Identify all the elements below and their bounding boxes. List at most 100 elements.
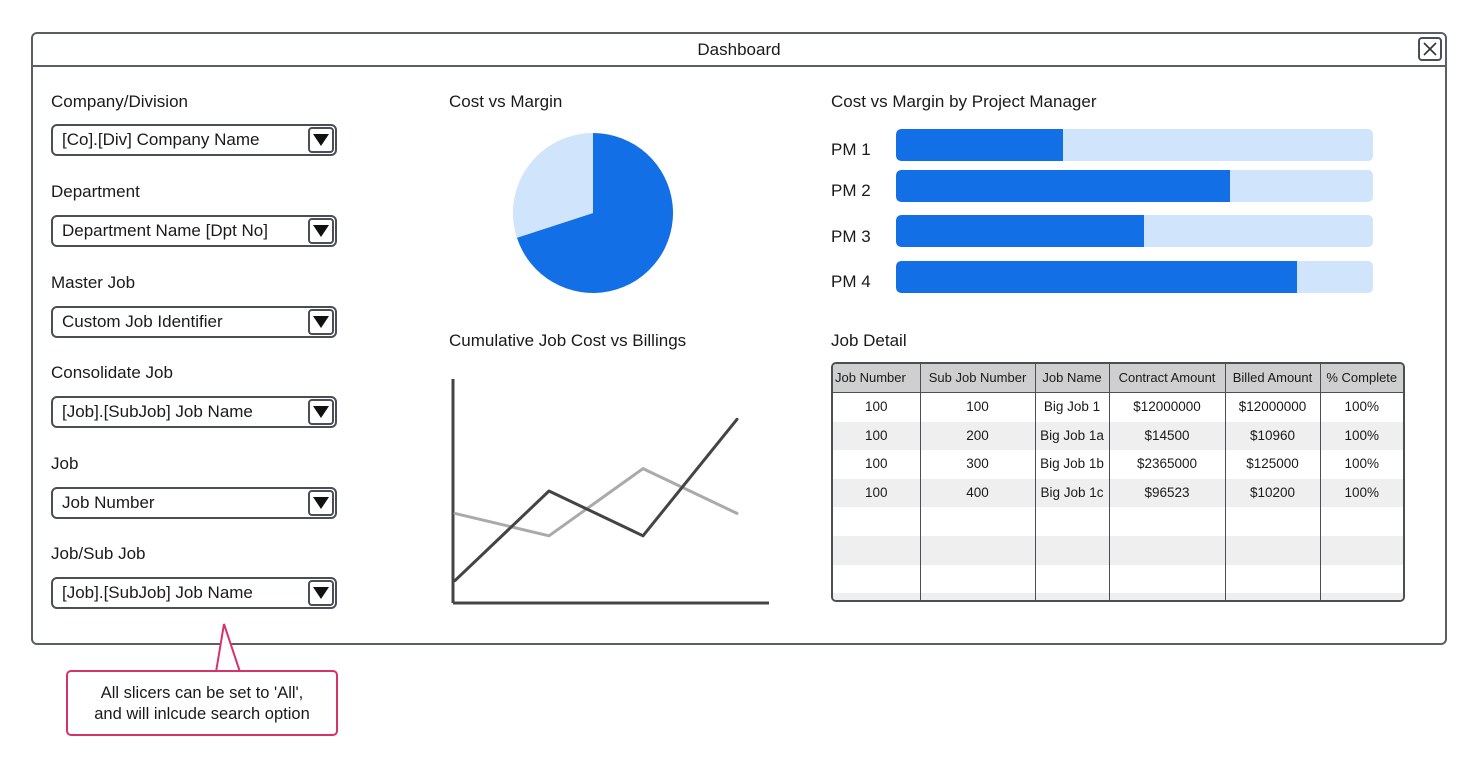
window-titlebar: Dashboard bbox=[33, 34, 1445, 67]
table-cell bbox=[1035, 593, 1110, 600]
slicer-label-job: Job bbox=[51, 454, 79, 473]
master-job-select[interactable]: Custom Job Identifier bbox=[51, 306, 337, 338]
table-cell: 400 bbox=[920, 478, 1036, 508]
table-cell: $125000 bbox=[1225, 450, 1321, 479]
triangle-down-icon bbox=[313, 406, 329, 418]
table-cell bbox=[920, 564, 1036, 594]
table-cell bbox=[1035, 564, 1110, 594]
table-cell bbox=[833, 507, 921, 536]
table-cell bbox=[1225, 564, 1321, 594]
column-header[interactable]: % Complete bbox=[1320, 364, 1403, 393]
dropdown-button[interactable] bbox=[308, 490, 334, 516]
table-cell: 100 bbox=[833, 450, 921, 479]
table-cell bbox=[833, 564, 921, 594]
table-row[interactable]: 100 300 Big Job 1b $2365000 $125000 100% bbox=[833, 450, 1403, 479]
callout-text-line-2: and will inlcude search option bbox=[94, 705, 310, 723]
table-cell: 300 bbox=[920, 450, 1036, 479]
column-header[interactable]: Contract Amount bbox=[1109, 364, 1226, 393]
bar-category-label: PM 4 bbox=[831, 272, 871, 291]
table-cell: $2365000 bbox=[1109, 450, 1226, 479]
dropdown-button[interactable] bbox=[308, 309, 334, 335]
table-cell: 100 bbox=[833, 392, 921, 422]
table-cell bbox=[1320, 565, 1403, 594]
table-cell: $10960 bbox=[1225, 421, 1321, 451]
table-cell bbox=[1035, 507, 1110, 536]
dropdown-button[interactable] bbox=[308, 399, 334, 425]
slicer-label-department: Department bbox=[51, 182, 140, 201]
slicer-note-callout: All slicers can be set to 'All', and wil… bbox=[66, 670, 338, 736]
job-sub-job-select[interactable]: [Job].[SubJob] Job Name bbox=[51, 577, 337, 609]
bar-category-label: PM 2 bbox=[831, 181, 871, 200]
table-cell bbox=[1225, 535, 1321, 565]
table-cell bbox=[1320, 593, 1403, 600]
bar-pm-3 bbox=[896, 215, 1145, 247]
table-cell: Big Job 1c bbox=[1035, 478, 1110, 508]
table-cell bbox=[920, 507, 1036, 536]
table-cell bbox=[1109, 507, 1226, 536]
table-cell: $10200 bbox=[1225, 478, 1321, 508]
table-row[interactable]: 100 400 Big Job 1c $96523 $10200 100% bbox=[833, 478, 1403, 508]
table-cell bbox=[920, 535, 1036, 565]
table-cell bbox=[1320, 535, 1403, 565]
callout-text-line-1: All slicers can be set to 'All', bbox=[100, 684, 304, 702]
table-cell bbox=[1225, 507, 1321, 536]
column-header[interactable]: Job Number bbox=[833, 364, 921, 393]
table-cell: Big Job 1b bbox=[1035, 450, 1110, 479]
table-cell: Big Job 1a bbox=[1035, 421, 1110, 451]
triangle-down-icon bbox=[313, 497, 329, 509]
table-cell bbox=[833, 593, 921, 600]
table-cell bbox=[1035, 535, 1110, 565]
table-cell bbox=[1109, 564, 1226, 594]
close-icon bbox=[1423, 42, 1437, 56]
cumulative-cost-line-chart bbox=[451, 379, 769, 605]
pm-bar-chart-title: Cost vs Margin by Project Manager bbox=[831, 92, 1097, 111]
table-cell: $14500 bbox=[1109, 421, 1226, 451]
bar-pm-1 bbox=[896, 129, 1063, 161]
table-row[interactable] bbox=[833, 593, 1403, 600]
table-cell bbox=[920, 593, 1036, 600]
table-row[interactable]: 100 100 Big Job 1 $12000000 $12000000 100% bbox=[833, 392, 1403, 422]
table-cell: $96523 bbox=[1109, 478, 1226, 508]
column-header[interactable]: Sub Job Number bbox=[920, 364, 1036, 393]
column-header[interactable]: Billed Amount bbox=[1225, 364, 1321, 393]
triangle-down-icon bbox=[313, 134, 329, 146]
slicer-label-job-sub-job: Job/Sub Job bbox=[51, 544, 146, 563]
column-header[interactable]: Job Name bbox=[1035, 364, 1110, 393]
company-division-select[interactable]: [Co].[Div] Company Name bbox=[51, 124, 337, 156]
window-title: Dashboard bbox=[697, 40, 781, 59]
job-select[interactable]: Job Number bbox=[51, 487, 337, 519]
table-cell bbox=[833, 535, 921, 565]
table-row[interactable] bbox=[833, 507, 1403, 536]
table-cell bbox=[1109, 593, 1226, 600]
select-value: Department Name [Dpt No] bbox=[62, 221, 268, 240]
consolidate-job-select[interactable]: [Job].[SubJob] Job Name bbox=[51, 396, 337, 428]
department-select[interactable]: Department Name [Dpt No] bbox=[51, 215, 337, 247]
job-detail-table: Job Number Sub Job Number Job Name Contr… bbox=[831, 362, 1405, 602]
triangle-down-icon bbox=[313, 225, 329, 237]
table-cell: 200 bbox=[920, 421, 1036, 451]
select-value: Job Number bbox=[62, 493, 155, 512]
dropdown-button[interactable] bbox=[308, 580, 334, 606]
slicer-label-master-job: Master Job bbox=[51, 273, 136, 292]
job-detail-title: Job Detail bbox=[831, 331, 907, 350]
table-row[interactable]: 100 200 Big Job 1a $14500 $10960 100% bbox=[833, 421, 1403, 451]
select-value: Custom Job Identifier bbox=[62, 312, 223, 331]
table-row[interactable] bbox=[833, 535, 1403, 565]
triangle-down-icon bbox=[313, 587, 329, 599]
table-cell: $12000000 bbox=[1225, 392, 1321, 422]
table-row[interactable] bbox=[833, 564, 1403, 594]
table-cell: $12000000 bbox=[1109, 392, 1226, 422]
slicer-label-consolidate-job: Consolidate Job bbox=[51, 363, 173, 382]
bar-track bbox=[896, 170, 1373, 202]
dropdown-button[interactable] bbox=[308, 127, 334, 153]
triangle-down-icon bbox=[313, 316, 329, 328]
line-series-2 bbox=[453, 467, 739, 538]
dropdown-button[interactable] bbox=[308, 218, 334, 244]
bar-track bbox=[896, 215, 1373, 247]
bar-pm-4 bbox=[896, 261, 1297, 293]
bar-category-label: PM 1 bbox=[831, 140, 871, 159]
table-cell: Big Job 1 bbox=[1035, 392, 1110, 422]
table-cell: 100 bbox=[833, 478, 921, 508]
bar-pm-2 bbox=[896, 170, 1230, 202]
close-button[interactable] bbox=[1418, 37, 1442, 61]
